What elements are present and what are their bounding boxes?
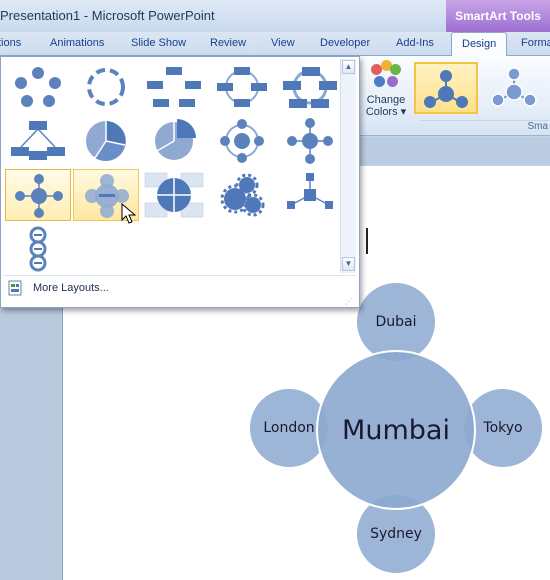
layout-basic-cycle[interactable] — [5, 61, 71, 113]
change-colors-label-2: Colors ▾ — [365, 106, 407, 118]
text-cursor — [366, 228, 368, 254]
scroll-down-button[interactable]: ▼ — [342, 257, 355, 271]
gallery-scrollbar[interactable]: ▲ ▼ — [340, 59, 356, 273]
radial-cluster-icon — [287, 173, 333, 209]
radial-cycle-icon — [220, 119, 264, 163]
resize-grip[interactable]: ⋰ — [345, 297, 355, 307]
smartart-style-simple-fill[interactable] — [414, 62, 478, 114]
basic-cycle-icon — [15, 67, 61, 107]
scroll-up-button[interactable]: ▲ — [342, 60, 355, 74]
change-colors-button[interactable]: Change Colors ▾ — [360, 60, 412, 126]
more-layouts-button[interactable]: More Layouts... — [5, 279, 345, 299]
smartart-graphic[interactable]: Dubai London Tokyo Sydney Mumbai — [240, 280, 550, 580]
tab-format[interactable]: Forma — [521, 37, 550, 49]
tab-slide-show[interactable]: Slide Show — [131, 37, 186, 49]
mouse-pointer-icon — [121, 203, 137, 224]
tab-developer[interactable]: Developer — [320, 37, 370, 49]
smartart-style-white-outline[interactable] — [484, 62, 548, 114]
smartart-layouts-icon — [8, 280, 22, 296]
tab-add-ins[interactable]: Add-Ins — [396, 37, 434, 49]
basic-pie-icon — [86, 121, 126, 161]
tab-review[interactable]: Review — [210, 37, 246, 49]
tab-view[interactable]: View — [271, 37, 295, 49]
change-colors-label-1: Change — [366, 94, 406, 106]
basic-radial-icon — [287, 118, 333, 164]
layout-segmented-cycle[interactable] — [73, 61, 139, 113]
hierarchy-cycle-icon — [11, 121, 65, 160]
layout-continuous-cycle[interactable] — [277, 61, 343, 113]
layout-radial-cycle[interactable] — [209, 115, 275, 167]
cycle-matrix-icon — [144, 172, 204, 218]
tab-design[interactable]: Design — [451, 32, 508, 57]
layout-cycle-matrix[interactable] — [141, 169, 207, 221]
node-center[interactable]: Mumbai — [316, 350, 476, 510]
nondirectional-cycle-icon — [217, 67, 267, 107]
gallery-separator — [3, 275, 357, 276]
layout-gear[interactable] — [209, 169, 275, 221]
smartart-tools-contextual-tab: SmartArt Tools — [446, 0, 550, 32]
title-bar: Presentation1 - Microsoft PowerPoint Sma… — [0, 0, 550, 32]
layout-basic-pie[interactable] — [73, 115, 139, 167]
swatch-purple — [387, 76, 398, 87]
circle-arrow-process-icon — [29, 226, 47, 272]
layout-basic-radial[interactable] — [277, 115, 343, 167]
color-palette-icon — [371, 60, 401, 90]
layouts-gallery: ▲ ▼ More Layouts... ⋰ — [0, 56, 360, 308]
block-cycle-icon — [147, 67, 201, 107]
more-layouts-label: More Layouts... — [33, 282, 109, 294]
swatch-blue — [374, 76, 385, 87]
layout-nondirectional-cycle[interactable] — [209, 61, 275, 113]
tab-transitions[interactable]: tions — [0, 37, 21, 49]
swatch-green — [390, 64, 401, 75]
gear-icon — [220, 173, 265, 217]
layout-segmented-pie[interactable] — [141, 115, 207, 167]
window-title: Presentation1 - Microsoft PowerPoint — [0, 8, 215, 23]
ribbon-tabs: tions Animations Slide Show Review View … — [0, 32, 550, 57]
layout-radial-cluster[interactable] — [277, 169, 343, 221]
layout-hierarchy-cycle[interactable] — [5, 115, 71, 167]
layout-block-cycle[interactable] — [141, 61, 207, 113]
layout-diverging-radial[interactable] — [5, 169, 71, 221]
diverging-radial-icon — [15, 174, 63, 218]
layout-circle-arrow-process[interactable] — [5, 223, 71, 275]
layouts-grid — [3, 59, 339, 275]
segmented-pie-icon — [155, 119, 196, 160]
continuous-cycle-icon — [283, 67, 337, 108]
segmented-cycle-icon — [87, 68, 125, 106]
smartart-styles-group-label: Sma — [420, 120, 550, 134]
tab-animations[interactable]: Animations — [50, 37, 104, 49]
ruler-bar — [360, 137, 550, 165]
